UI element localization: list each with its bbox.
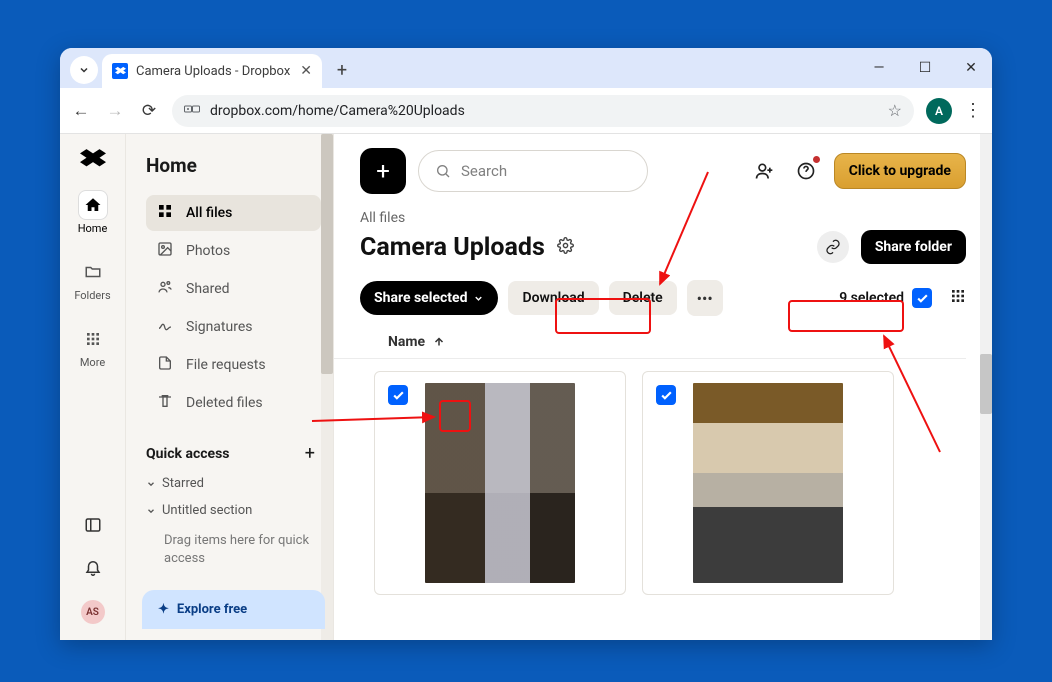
file-requests-icon bbox=[156, 355, 174, 375]
search-placeholder: Search bbox=[461, 162, 507, 180]
browser-window: Camera Uploads - Dropbox ✕ + — ☐ ✕ ← → ⟳… bbox=[60, 48, 992, 640]
untitled-section[interactable]: Untitled section bbox=[146, 503, 321, 518]
browser-toolbar: ← → ⟳ dropbox.com/home/Camera%20Uploads … bbox=[60, 88, 992, 134]
browser-menu-icon[interactable]: ⋮ bbox=[964, 100, 982, 121]
rail-item-more[interactable]: More bbox=[60, 318, 125, 375]
main-scrollbar-track[interactable] bbox=[980, 134, 992, 640]
tab-search-button[interactable] bbox=[70, 56, 98, 84]
notification-dot bbox=[813, 156, 820, 163]
add-quick-access-icon[interactable]: + bbox=[305, 443, 315, 464]
url-text: dropbox.com/home/Camera%20Uploads bbox=[210, 103, 465, 119]
minimize-button[interactable]: — bbox=[866, 60, 892, 76]
rail-item-home[interactable]: Home bbox=[60, 184, 125, 241]
column-header-name[interactable]: Name bbox=[334, 316, 966, 359]
quick-access-header: Quick access + bbox=[146, 443, 321, 464]
sidebar-title: Home bbox=[146, 154, 321, 177]
starred-section[interactable]: Starred bbox=[146, 476, 321, 491]
upgrade-button[interactable]: Click to upgrade bbox=[834, 153, 966, 189]
sidebar-item-deleted-files[interactable]: Deleted files bbox=[146, 385, 321, 421]
browser-tabstrip: Camera Uploads - Dropbox ✕ + — ☐ ✕ bbox=[60, 48, 992, 88]
nav-rail: Home Folders More bbox=[60, 134, 126, 640]
main-content: + Search Click to upgrade bbox=[334, 134, 992, 640]
browser-tab[interactable]: Camera Uploads - Dropbox ✕ bbox=[102, 54, 322, 88]
sidebar-item-all-files[interactable]: All files bbox=[146, 195, 321, 231]
file-checkbox[interactable] bbox=[656, 385, 676, 405]
home-icon bbox=[78, 190, 108, 220]
sidebar-item-signatures[interactable]: Signatures bbox=[146, 309, 321, 345]
dropbox-favicon bbox=[112, 63, 128, 79]
window-controls: — ☐ ✕ bbox=[866, 48, 984, 88]
apps-icon bbox=[78, 324, 108, 354]
search-icon bbox=[435, 163, 451, 179]
top-bar: + Search Click to upgrade bbox=[334, 134, 992, 204]
folder-header: Camera Uploads Share folder bbox=[334, 226, 992, 264]
maximize-button[interactable]: ☐ bbox=[912, 60, 938, 76]
share-selected-button[interactable]: Share selected bbox=[360, 281, 498, 315]
file-card[interactable] bbox=[642, 371, 894, 595]
sparkle-icon: ✦ bbox=[158, 602, 169, 617]
tab-title: Camera Uploads - Dropbox bbox=[136, 64, 290, 79]
quick-access-hint: Drag items here for quick access bbox=[146, 532, 321, 568]
trash-icon bbox=[156, 393, 174, 413]
close-window-button[interactable]: ✕ bbox=[958, 60, 984, 76]
folder-icon bbox=[78, 257, 108, 287]
delete-button[interactable]: Delete bbox=[609, 281, 677, 315]
share-folder-button[interactable]: Share folder bbox=[861, 230, 966, 264]
panel-toggle-icon[interactable] bbox=[84, 516, 102, 538]
all-files-icon bbox=[156, 203, 174, 223]
photos-icon bbox=[156, 241, 174, 261]
action-bar: Share selected Download Delete ••• 9 sel… bbox=[334, 264, 992, 316]
download-button[interactable]: Download bbox=[508, 281, 598, 315]
copy-link-icon[interactable] bbox=[817, 231, 849, 263]
create-button[interactable]: + bbox=[360, 148, 406, 194]
sidebar-item-shared[interactable]: Shared bbox=[146, 271, 321, 307]
help-icon[interactable] bbox=[792, 157, 820, 185]
dropbox-logo-icon[interactable] bbox=[80, 148, 106, 174]
bell-icon[interactable] bbox=[84, 558, 102, 580]
image-thumbnail bbox=[693, 383, 843, 583]
sidebar-item-file-requests[interactable]: File requests bbox=[146, 347, 321, 383]
app-body: Home Folders More bbox=[60, 134, 992, 640]
selected-count[interactable]: 9 selected bbox=[831, 283, 940, 313]
reload-button[interactable]: ⟳ bbox=[138, 101, 160, 121]
more-actions-button[interactable]: ••• bbox=[687, 280, 723, 316]
shared-icon bbox=[156, 279, 174, 299]
bookmark-icon[interactable]: ☆ bbox=[888, 101, 902, 120]
explore-free-banner[interactable]: ✦ Explore free bbox=[142, 590, 325, 629]
breadcrumb[interactable]: All files bbox=[334, 210, 992, 226]
sidebar-item-photos[interactable]: Photos bbox=[146, 233, 321, 269]
main-scrollbar-thumb[interactable] bbox=[980, 354, 992, 414]
sidebar: Home All files Photos bbox=[126, 134, 334, 640]
site-info-icon[interactable] bbox=[184, 103, 200, 119]
image-thumbnail bbox=[425, 383, 575, 583]
close-tab-icon[interactable]: ✕ bbox=[300, 63, 312, 79]
invite-icon[interactable] bbox=[750, 157, 778, 185]
signatures-icon bbox=[156, 317, 174, 337]
user-avatar[interactable]: AS bbox=[81, 600, 105, 624]
forward-button[interactable]: → bbox=[104, 101, 126, 121]
sort-arrow-icon bbox=[433, 336, 445, 348]
file-card[interactable] bbox=[374, 371, 626, 595]
view-toggle-icon[interactable] bbox=[950, 288, 966, 308]
back-button[interactable]: ← bbox=[70, 101, 92, 121]
select-all-checkbox[interactable] bbox=[912, 288, 932, 308]
rail-item-folders[interactable]: Folders bbox=[60, 251, 125, 308]
browser-profile[interactable]: A bbox=[926, 98, 952, 124]
search-input[interactable]: Search bbox=[418, 150, 648, 192]
folder-settings-icon[interactable] bbox=[557, 237, 574, 258]
address-bar[interactable]: dropbox.com/home/Camera%20Uploads ☆ bbox=[172, 95, 914, 127]
new-tab-button[interactable]: + bbox=[328, 56, 356, 84]
file-grid bbox=[334, 359, 992, 595]
folder-title: Camera Uploads bbox=[360, 233, 545, 262]
chevron-down-icon bbox=[473, 293, 484, 304]
file-checkbox[interactable] bbox=[388, 385, 408, 405]
